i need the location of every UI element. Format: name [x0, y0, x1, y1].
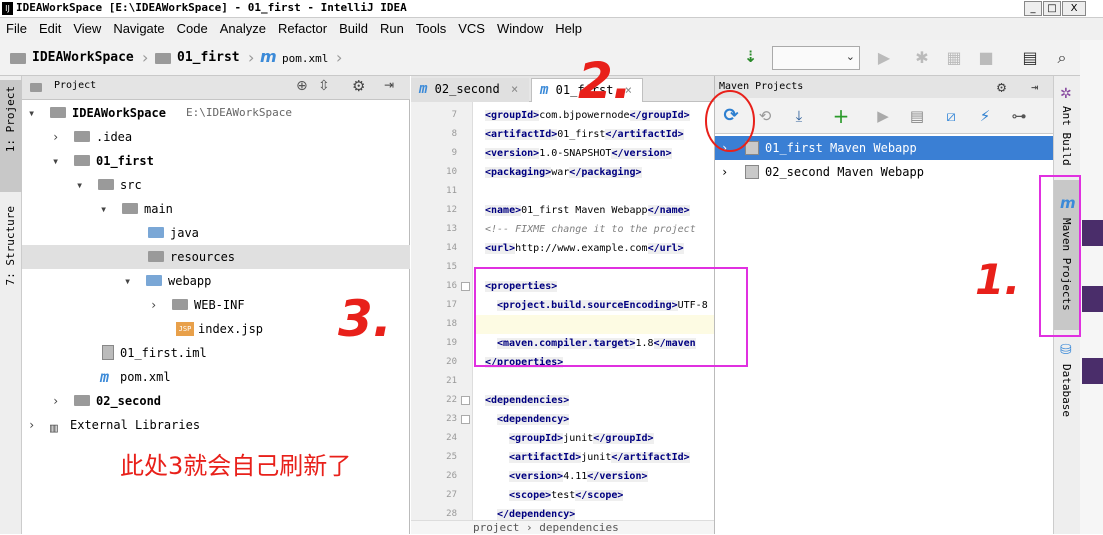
- highlight-box-maven-tab: [1039, 175, 1081, 337]
- annotation-number-2: 2.: [578, 52, 632, 110]
- annotation-note: 此处3就会自己刷新了: [120, 452, 352, 480]
- highlight-box-properties: [474, 267, 748, 367]
- annotation-number-3: 3.: [338, 290, 392, 348]
- annotation-number-1: 1.: [975, 255, 1021, 304]
- highlight-circle-reimport: [705, 90, 755, 152]
